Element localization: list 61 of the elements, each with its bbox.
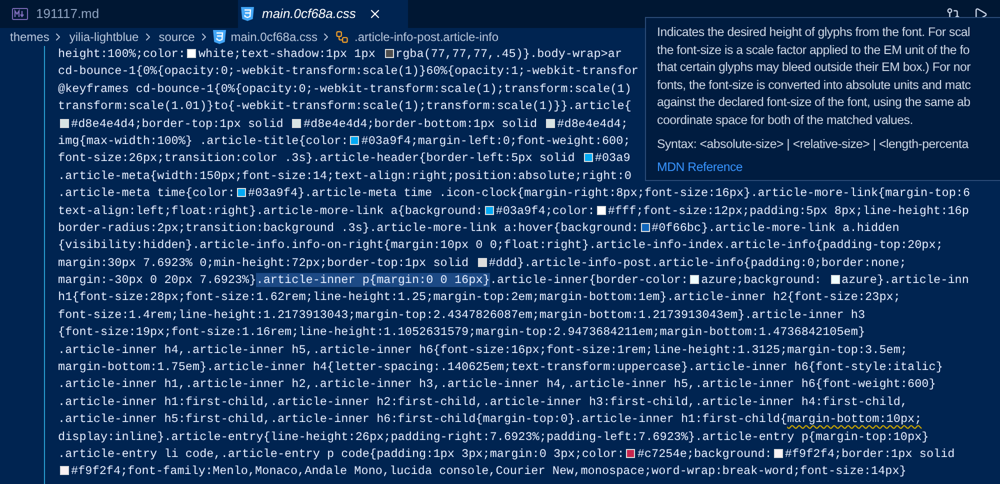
highlighted-code: .article-inner p{margin:0 0 16px} — [256, 273, 490, 288]
code-text: text-align:left;float:right}.article-more-link a{background: — [58, 204, 483, 218]
code-text: font-size:1.4rem;line-height:1.2173913043;margin-top:2.4347826087em;margin-bottom:1.2173913043em}.article-inner h3 — [58, 308, 866, 322]
code-text: cd-bounce-1{0%{opacity:0;-webkit-transform:scale(1)}60%{opacity:1;-webkit-transfor — [58, 64, 639, 78]
code-text: margin-bottom:1.75em}.article-inner h4{letter-spacing:.140625em;text-transform:uppercase}.article-inner h6{font-style:italic} — [58, 360, 943, 374]
code-text: #f9f2f4;font-family:Menlo,Monaco,Andale Mono,lucida console,Courier New,monospace;word-wrap:break-word;font-size:14px} — [71, 464, 906, 478]
code-text: .article-meta time{color: — [58, 186, 235, 200]
tooltip-text: coordinate space for both of the matched values. — [657, 112, 913, 129]
code-text: .article-inner h5:first-child,.article-inner h6:first-child{margin-top:0}.article-inner h1:first-child{ — [58, 412, 788, 426]
code-text: display:inline}.article-entry{line-height:26px;padding-right:7.6923%;padding-left:7.6923%}.article-entry p{margin-top:10px} — [58, 430, 929, 444]
code-text: rgba(77,77,77,.45)}.body-wrap>ar — [396, 47, 622, 61]
tooltip-text: Indicates the desired height of glyphs from the font. For scal — [657, 24, 970, 41]
breadcrumb-item[interactable]: themes — [10, 28, 50, 46]
css-file-icon — [212, 30, 226, 44]
code-text: #ddd}.article-info-post.article-info{padding:0;border:none; — [488, 256, 906, 270]
code-text: margin:30px 7.6923% 0;min-height:72px;border-top:1px solid — [58, 256, 470, 270]
code-text: height:100%;color: — [58, 47, 186, 61]
markdown-file-icon — [12, 8, 28, 20]
code-text: #03a9f4;margin-left:0;font-weight:600; — [361, 134, 630, 148]
warning-underlined-code: margin-bottom:10px; — [787, 412, 922, 426]
code-text: white;text-shadow:1px 1px — [198, 47, 376, 61]
code-text: #03a9f4;color: — [496, 204, 595, 218]
code-text: azure;background: — [701, 273, 822, 288]
code-text: .article-meta{width:150px;font-size:14;text-align:right;position:absolute;right:0 — [58, 168, 632, 183]
code-text: .article-inner{border-color: — [490, 273, 688, 288]
breadcrumb-item[interactable]: main.0cf68a.css — [230, 28, 318, 46]
code-text: .article-inner h4,.article-inner h5,.article-inner h6{font-size:16px;font-size:1rem;line-height:1.3125;margin-top:3.5em; — [58, 342, 908, 357]
code-text: azure}.article-inn — [842, 273, 969, 288]
code-text: font-size:26px;transition:color .3s}.article-header{border-left:5px solid — [58, 151, 576, 166]
code-text: {font-size:19px;font-size:1.16rem;line-height:1.1052631579;margin-top:2.9473684211em;margin-bottom:1.4736842105em} — [58, 325, 866, 340]
tooltip-text: that certain glyphs may bleed outside their EM box.) For nor — [657, 59, 971, 76]
breadcrumb-item[interactable]: source — [158, 28, 195, 46]
code-text: .article-inner h1,.article-inner h2,.article-inner h3,.article-inner h4,.article-inner h5,.article-inner h6{font-weight:600} — [58, 377, 936, 392]
tooltip-text: the font-size is a scale factor applied to the EM unit of the fo — [657, 42, 970, 59]
code-text: margin:-30px 0 20px 7.6923%} — [58, 273, 256, 288]
code-text: transform:scale(1.01)}to{-webkit-transform:scale(1);transform:scale(1)}}.article{ — [58, 99, 632, 114]
tooltip-text: fonts, the font-size is converted into absolute units and matc — [657, 76, 971, 94]
code-text: #03a9f4}.article-meta time .icon-clock{margin-right:8px;font-size:16px}.article-more-link{margin-top:6 — [248, 186, 970, 200]
code-text: img{max-width:100%} .article-title{color: — [58, 134, 348, 148]
syntax-text: Syntax: <absolute-size> | <relative-size> | <length-percenta — [657, 136, 968, 153]
symbol-class-icon — [335, 30, 350, 44]
breadcrumb-item[interactable]: .article-info-post.article-info — [354, 28, 499, 46]
editor-tab[interactable]: main.0cf68a.css — [238, 0, 408, 28]
code-text: #03a9 — [594, 151, 630, 166]
code-text: {visibility:hidden}.article-info.info-on-right{margin:10px 0 0;float:right}.article-info-index.article-info{padding-top:20px; — [58, 238, 943, 252]
code-text: #fff;font-size:12px;padding:5px 8px;line-height:16p — [608, 204, 969, 218]
code-text: #c7254e;background: — [637, 446, 772, 461]
code-text: #0f66bc}.article-more-link a.hidden — [652, 220, 900, 235]
css-file-icon — [241, 7, 254, 21]
code-text: .article-inner h1:first-child,.article-inner h2:first-child,.article-inner h3:first-child,.article-inner h4:first-child, — [58, 394, 908, 409]
code-text: #d8e4e4d4;border-top:1px solid — [71, 116, 284, 131]
code-text: border-radius:2px;transition:background .3s}.article-more-link a:hover{background: — [58, 220, 639, 235]
code-text: #d8e4e4d4; — [557, 116, 628, 131]
tooltip-text: against the declared font-size of the font, using the same ab — [657, 94, 970, 112]
breadcrumb-item[interactable]: yilia-lightblue — [69, 28, 139, 46]
code-text: #d8e4e4d4;border-bottom:1px solid — [303, 116, 538, 131]
code-text: #f9f2f4;border:1px solid — [784, 446, 955, 461]
code-text: h1{font-size:28px;font-size:1.62rem;line-height:1.25;margin-top:2em;margin-bottom:1em}.article-inner h2{font-size:23px; — [58, 290, 900, 304]
code-text: @keyframes cd-bounce-1{0%{opacity:0;-webkit-transform:scale(1);transform:scale(1) — [58, 82, 632, 96]
mdn-reference-link[interactable]: MDN Reference — [657, 159, 743, 177]
code-text: .article-entry li code,.article-entry p code{padding:1px 3px;margin:0 3px;color: — [58, 446, 624, 461]
